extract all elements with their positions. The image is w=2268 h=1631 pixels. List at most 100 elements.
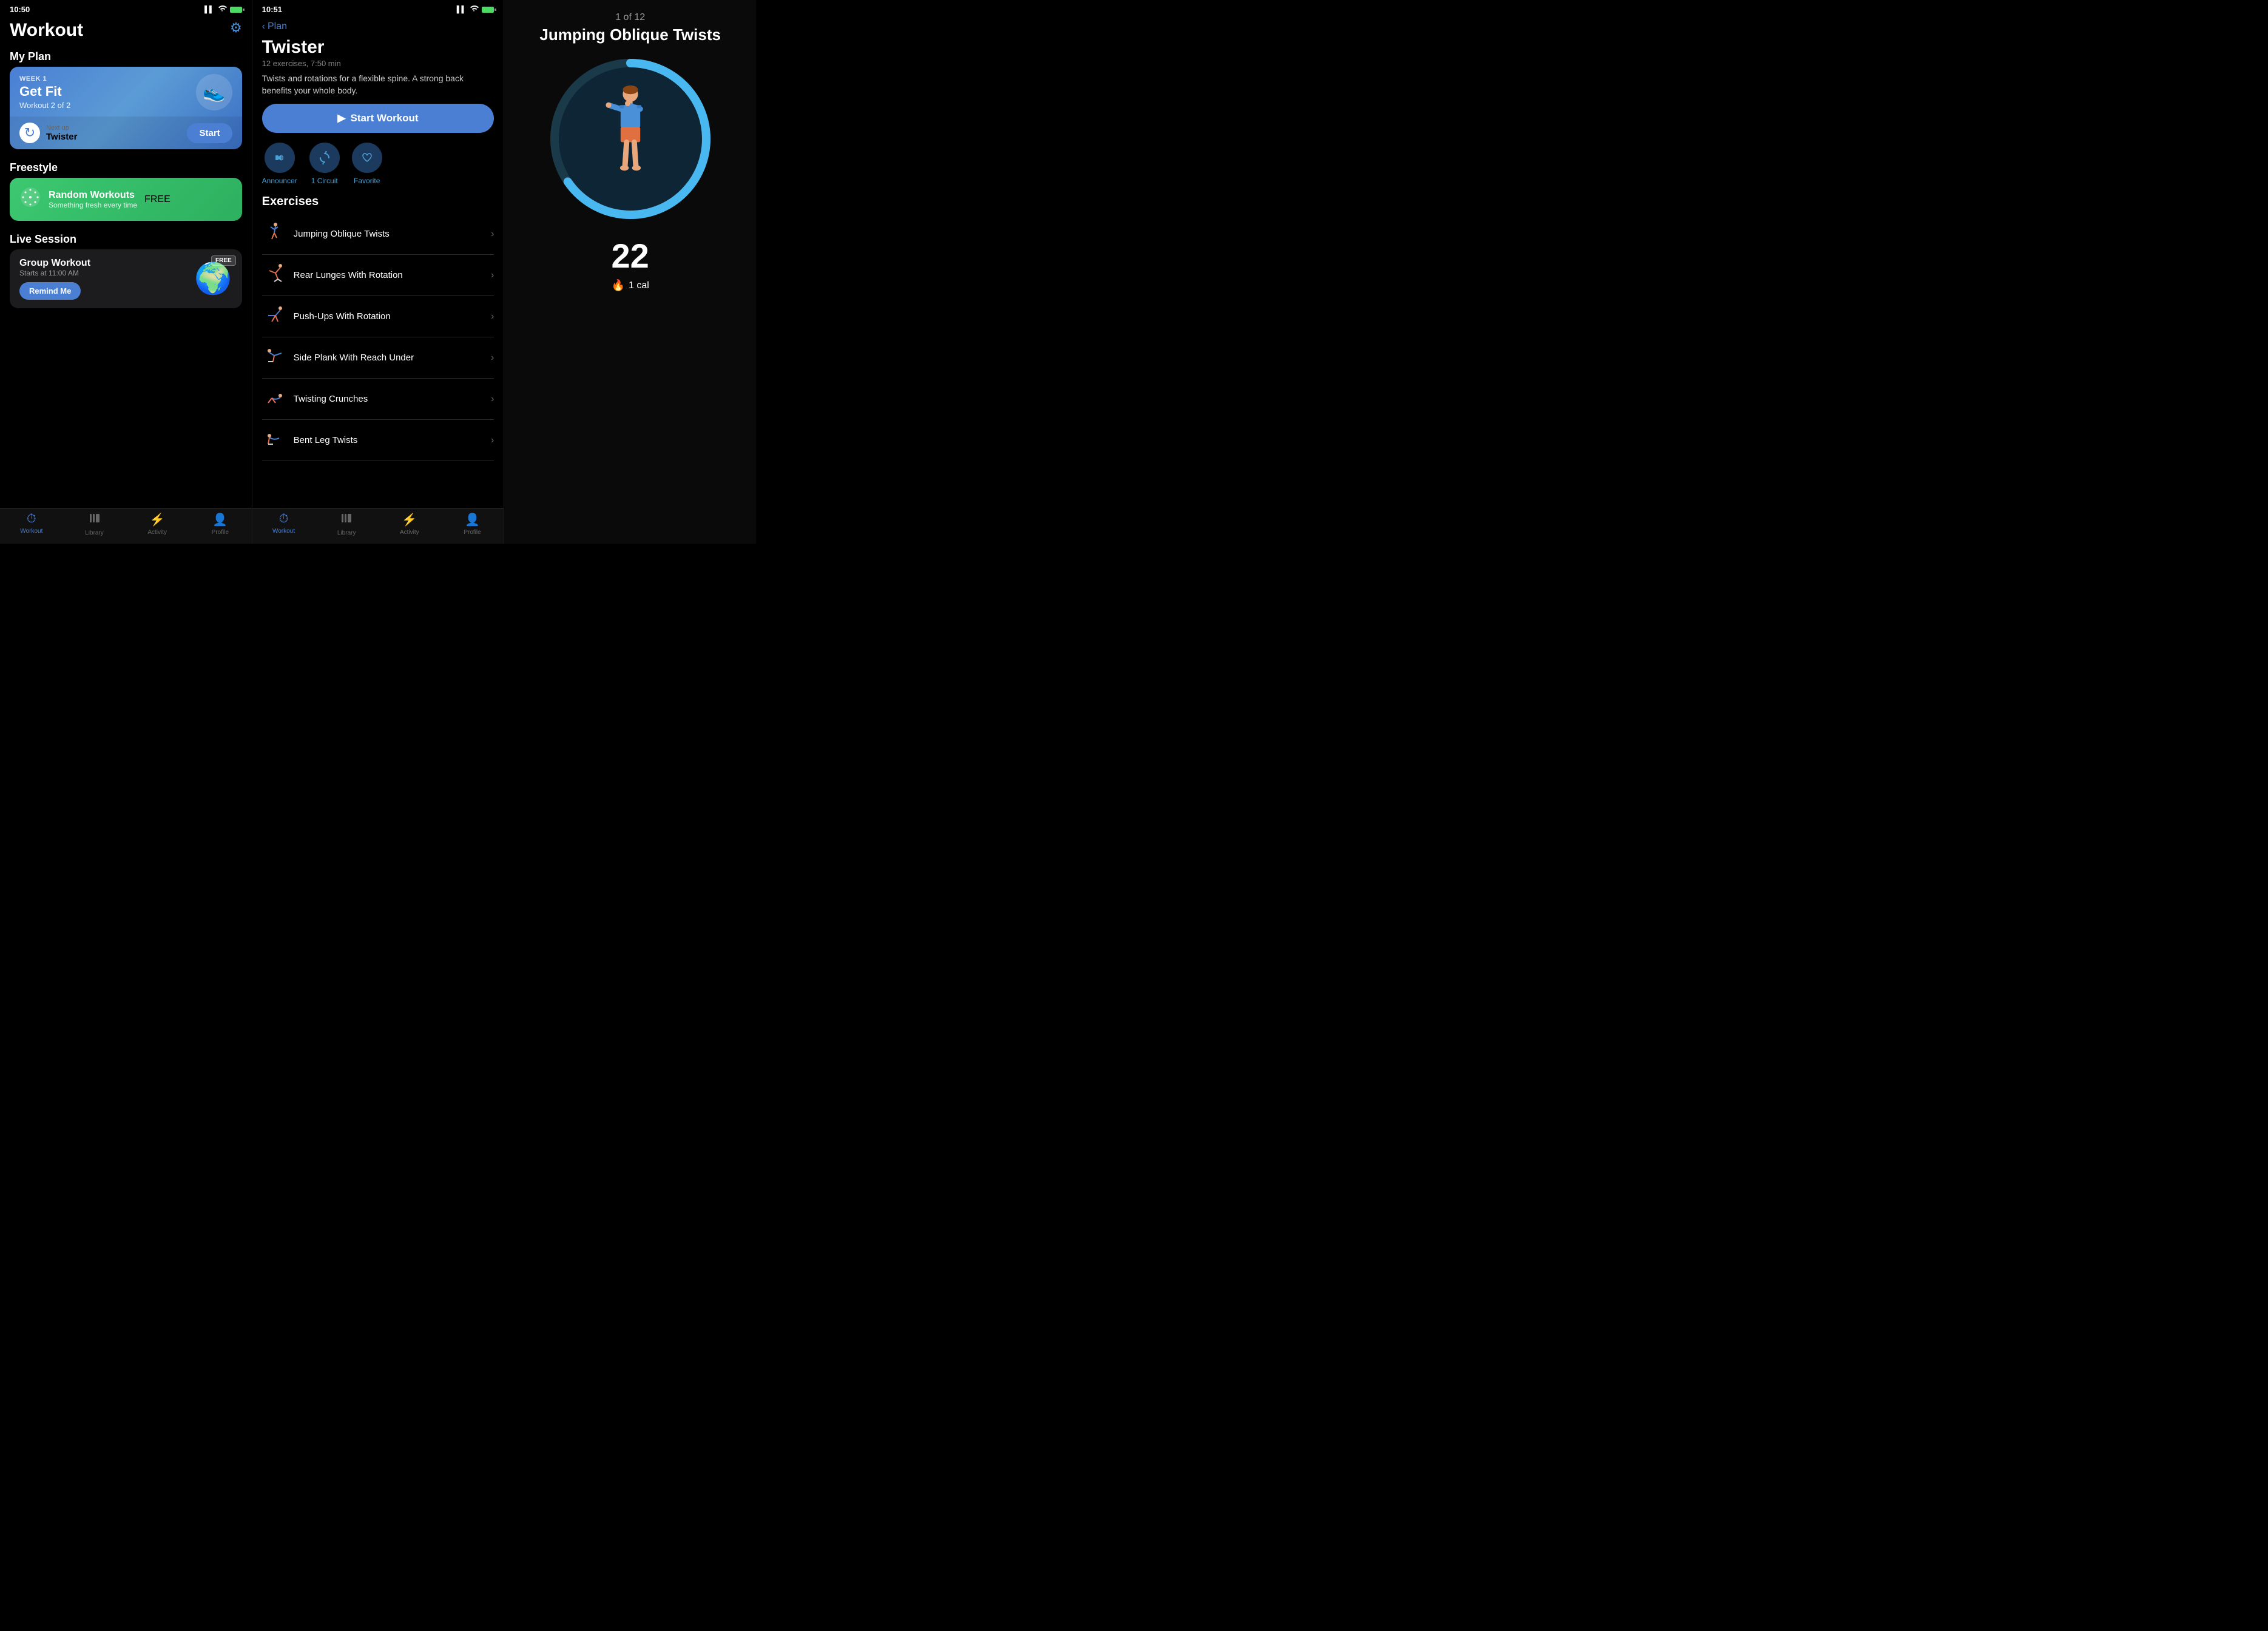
start-workout-label: Start Workout (351, 112, 419, 124)
exercise-left-2: Push-Ups With Rotation (262, 303, 391, 329)
library-tab-label-2: Library (337, 530, 356, 536)
announcer-icon-circle (265, 143, 295, 173)
plan-start-button[interactable]: Start (187, 123, 232, 143)
exercises-section: Exercises Jumping Oblique Twists (252, 195, 504, 466)
library-tab-label: Library (85, 530, 104, 536)
live-card[interactable]: Group Workout Starts at 11:00 AM Remind … (10, 249, 242, 308)
chevron-right-icon-1: › (491, 270, 494, 281)
live-info: Group Workout Starts at 11:00 AM Remind … (19, 258, 90, 300)
exercise-display-name: Jumping Oblique Twists (527, 25, 733, 44)
activity-tab-icon: ⚡ (150, 512, 165, 527)
exercise-item-1[interactable]: Rear Lunges With Rotation › (262, 255, 494, 296)
exercise-counter: 1 of 12 (615, 12, 645, 23)
plan-subtitle: Workout 2 of 2 (19, 101, 70, 110)
library-tab-icon-2 (340, 512, 353, 528)
calorie-value: 1 cal (629, 280, 649, 291)
time-1: 10:50 (10, 5, 30, 14)
exercise-item-3[interactable]: Side Plank With Reach Under › (262, 337, 494, 379)
exercise-name-4: Twisting Crunches (294, 394, 368, 404)
library-tab-icon (89, 512, 101, 528)
workout-detail-title: Twister (252, 35, 504, 59)
page-header: Workout ⚙ (0, 16, 252, 46)
signal-icon: ▌▌ (204, 6, 214, 13)
exercise-left-3: Side Plank With Reach Under (262, 345, 414, 371)
shoe-emoji: 👟 (203, 82, 225, 103)
tab-activity[interactable]: ⚡ Activity (126, 512, 189, 536)
exercise-left-0: Jumping Oblique Twists (262, 221, 390, 247)
status-bar-1: 10:50 ▌▌ (0, 0, 252, 16)
exercise-left-1: Rear Lunges With Rotation (262, 262, 403, 288)
workout-meta: 12 exercises, 7:50 min (252, 59, 504, 73)
freestyle-icon (19, 186, 41, 212)
live-time: Starts at 11:00 AM (19, 269, 90, 277)
freestyle-card[interactable]: Random Workouts Something fresh every ti… (10, 178, 242, 221)
panel-workout-detail: 10:51 ▌▌ ‹ Plan Twister 12 exercises, 7:… (252, 0, 505, 544)
plan-card-bottom: ↻ Next up Twister Start (10, 116, 242, 149)
favorite-option[interactable]: Favorite (352, 143, 382, 185)
exercise-item-4[interactable]: Twisting Crunches › (262, 379, 494, 420)
circuit-icon-circle (309, 143, 340, 173)
exercise-left-5: Bent Leg Twists (262, 427, 358, 453)
remind-me-button[interactable]: Remind Me (19, 282, 81, 300)
time-2: 10:51 (262, 5, 282, 14)
tab-library[interactable]: Library (63, 512, 126, 536)
exercise-figure-display (570, 72, 691, 206)
workout-tab-label: Workout (20, 528, 42, 535)
tab-workout[interactable]: ⏱ Workout (0, 512, 63, 536)
status-bar-2: 10:51 ▌▌ (252, 0, 504, 16)
exercise-item-0[interactable]: Jumping Oblique Twists › (262, 214, 494, 255)
tab-activity-2[interactable]: ⚡ Activity (378, 512, 441, 536)
workout-tab-icon-2: ⏱ (279, 512, 289, 526)
announcer-option[interactable]: Announcer (262, 143, 297, 185)
exercise-name-3: Side Plank With Reach Under (294, 353, 414, 363)
exercise-figure-2 (262, 303, 286, 329)
exercise-figure-3 (262, 345, 286, 371)
next-up-label: Next up (46, 124, 77, 132)
status-icons-2: ▌▌ (457, 5, 494, 14)
freestyle-info: Random Workouts Something fresh every ti… (49, 190, 137, 209)
workout-description: Twists and rotations for a flexible spin… (252, 73, 504, 104)
tab-workout-2[interactable]: ⏱ Workout (252, 512, 316, 536)
tab-bar-1: ⏱ Workout Library ⚡ Activity 👤 Profile (0, 508, 252, 544)
freestyle-free-badge: FREE (144, 194, 170, 205)
exercise-figure-5 (262, 427, 286, 453)
back-button[interactable]: ‹ Plan (252, 16, 504, 35)
fire-icon: 🔥 (612, 279, 625, 292)
profile-tab-label-2: Profile (464, 529, 481, 536)
circuit-label: 1 Circuit (311, 177, 338, 185)
start-workout-button[interactable]: ▶ Start Workout (262, 104, 494, 133)
profile-tab-icon: 👤 (212, 512, 228, 527)
battery-icon-2 (482, 7, 494, 13)
workout-options: Announcer 1 Circuit Favorite (252, 143, 504, 195)
exercise-name-2: Push-Ups With Rotation (294, 311, 391, 322)
activity-tab-label: Activity (147, 529, 167, 536)
chevron-right-icon-3: › (491, 353, 494, 363)
panel-workout-home: 10:50 ▌▌ Workout ⚙ My Plan WEEK 1 Get Fi… (0, 0, 252, 544)
tab-library-2[interactable]: Library (315, 512, 378, 536)
tab-bar-2: ⏱ Workout Library ⚡ Activity 👤 Profile (252, 508, 504, 544)
freestyle-label: Freestyle (0, 157, 252, 178)
exercise-item-5[interactable]: Bent Leg Twists › (262, 420, 494, 461)
circuit-option[interactable]: 1 Circuit (309, 143, 340, 185)
favorite-label: Favorite (354, 177, 380, 185)
activity-tab-label-2: Activity (400, 529, 419, 536)
wifi-icon-2 (469, 5, 479, 14)
exercise-item-2[interactable]: Push-Ups With Rotation › (262, 296, 494, 337)
back-label: Plan (268, 21, 287, 32)
detail-scroll-area: Twister 12 exercises, 7:50 min Twists an… (252, 35, 504, 508)
tab-profile[interactable]: 👤 Profile (189, 512, 252, 536)
plan-card[interactable]: WEEK 1 Get Fit Workout 2 of 2 👟 ↻ Next u… (10, 67, 242, 149)
exercise-left-4: Twisting Crunches (262, 386, 368, 412)
profile-tab-icon-2: 👤 (465, 512, 480, 527)
chevron-right-icon-4: › (491, 394, 494, 405)
chevron-right-icon-2: › (491, 311, 494, 322)
chevron-right-icon-5: › (491, 435, 494, 446)
live-section-label: Live Session (0, 228, 252, 249)
exercise-content: 1 of 12 Jumping Oblique Twists (504, 0, 756, 544)
plan-name: Get Fit (19, 84, 70, 100)
exercise-figure-4 (262, 386, 286, 412)
exercise-name-1: Rear Lunges With Rotation (294, 270, 403, 280)
tab-profile-2[interactable]: 👤 Profile (441, 512, 504, 536)
gear-icon[interactable]: ⚙ (230, 20, 242, 36)
wifi-icon (217, 5, 227, 14)
